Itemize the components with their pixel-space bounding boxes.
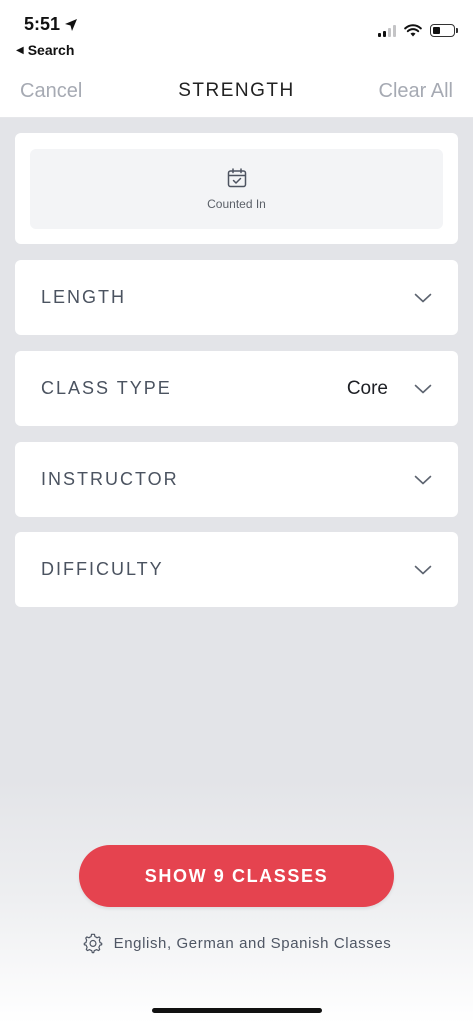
calendar-check-icon <box>227 168 246 188</box>
filter-length-label: LENGTH <box>41 287 127 307</box>
filter-class-type-value: Core <box>346 377 388 399</box>
language-note: English, German and Spanish Classes <box>113 934 392 952</box>
back-app-label: Search <box>27 42 75 58</box>
filter-class-type-row[interactable]: CLASS TYPE Core <box>15 351 458 426</box>
back-to-search-link[interactable]: ◀ Search <box>16 42 74 58</box>
counted-in-card: Counted In <box>15 133 458 244</box>
top-bar: 5:51 ◀ Search Cancel STRENGTH Clear All <box>0 0 473 118</box>
cellular-signal-icon <box>378 24 396 37</box>
status-time: 5:51 <box>24 14 78 35</box>
cancel-button[interactable]: Cancel <box>20 80 82 103</box>
chevron-down-icon <box>414 293 432 302</box>
filter-difficulty-label: DIFFICULTY <box>41 559 164 579</box>
status-icons <box>378 24 458 37</box>
location-arrow-icon <box>65 18 78 31</box>
status-time-text: 5:51 <box>24 14 61 34</box>
filter-length-row[interactable]: LENGTH <box>15 260 458 335</box>
chevron-down-icon <box>414 384 432 393</box>
clear-all-button[interactable]: Clear All <box>379 80 453 103</box>
filter-instructor-label: INSTRUCTOR <box>41 469 179 489</box>
chevron-down-icon <box>414 565 432 574</box>
gear-icon <box>83 933 102 954</box>
show-classes-button[interactable]: SHOW 9 CLASSES <box>79 845 394 907</box>
wifi-icon <box>404 24 422 37</box>
battery-icon <box>430 24 458 37</box>
back-triangle-icon: ◀ <box>16 44 24 56</box>
home-indicator[interactable] <box>152 1008 322 1013</box>
language-settings-row[interactable]: English, German and Spanish Classes <box>0 932 473 954</box>
chevron-down-icon <box>414 475 432 484</box>
filter-instructor-row[interactable]: INSTRUCTOR <box>15 442 458 517</box>
filter-class-type-label: CLASS TYPE <box>41 378 172 398</box>
filter-difficulty-row[interactable]: DIFFICULTY <box>15 532 458 607</box>
counted-in-toggle[interactable]: Counted In <box>30 149 443 229</box>
counted-in-label: Counted In <box>207 197 266 211</box>
